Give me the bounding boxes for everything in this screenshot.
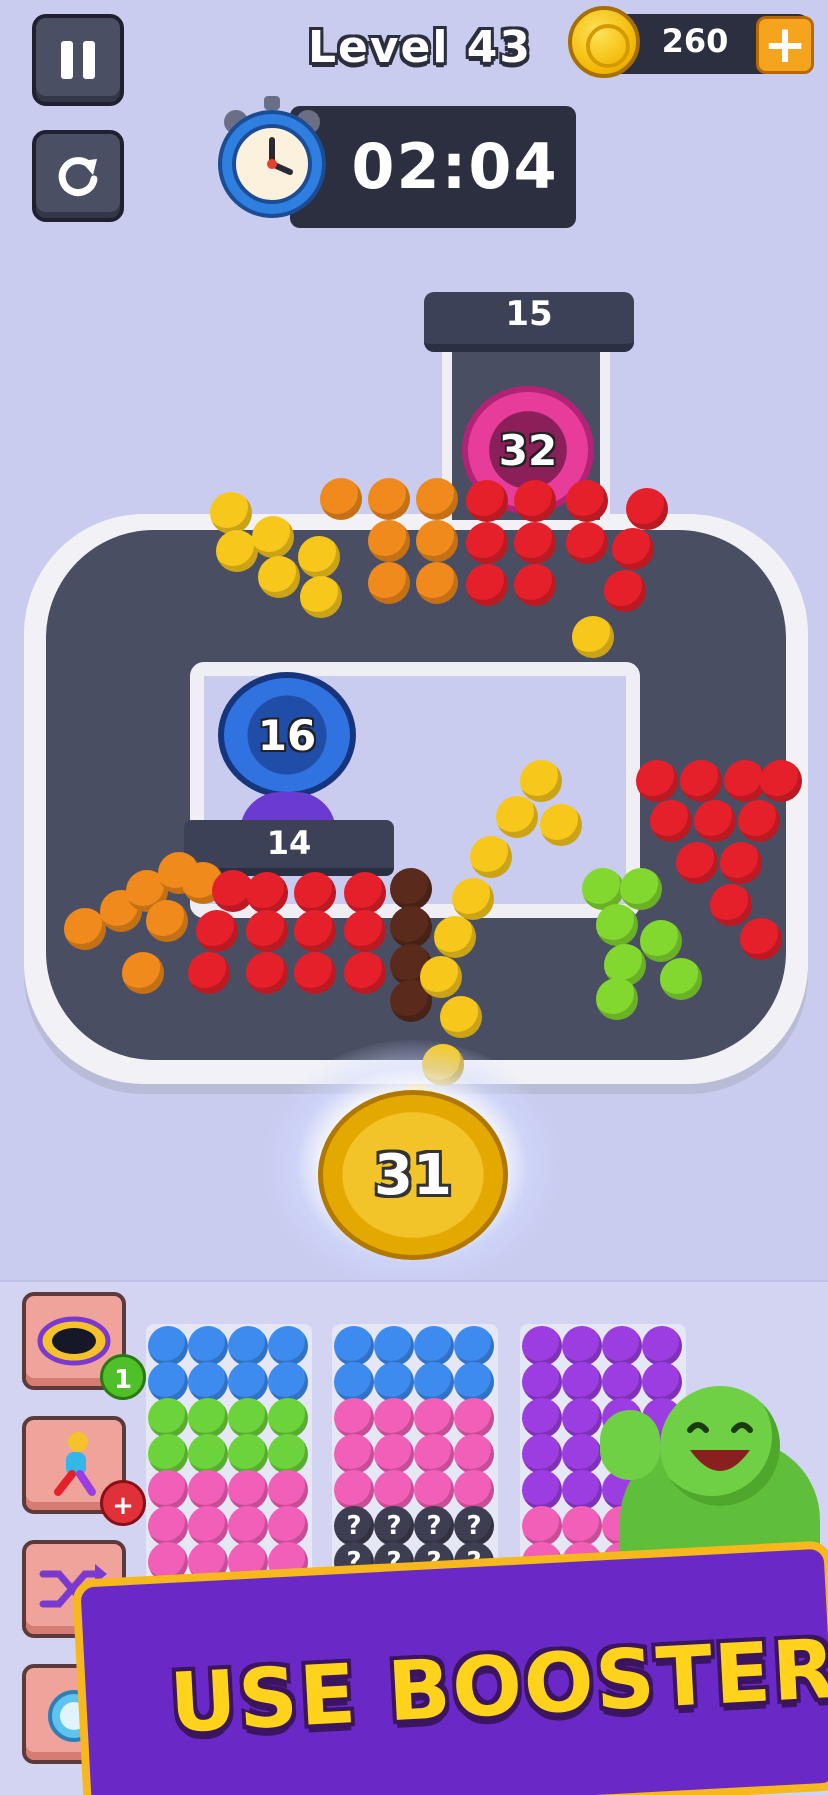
queue-person bbox=[562, 1362, 602, 1402]
queue-person bbox=[268, 1434, 308, 1474]
queue-person bbox=[334, 1326, 374, 1366]
queue-person bbox=[268, 1470, 308, 1510]
queue-person bbox=[148, 1470, 188, 1510]
queue-person bbox=[188, 1434, 228, 1474]
queue-person bbox=[454, 1470, 494, 1510]
queue-person bbox=[188, 1506, 228, 1546]
queue-person bbox=[374, 1470, 414, 1510]
queue-person bbox=[522, 1434, 562, 1474]
queue-person bbox=[268, 1326, 308, 1366]
queue-person bbox=[374, 1434, 414, 1474]
queue-person bbox=[228, 1362, 268, 1402]
queue-person bbox=[374, 1362, 414, 1402]
queue-person bbox=[414, 1362, 454, 1402]
queue-person bbox=[414, 1434, 454, 1474]
hidden-person: ? bbox=[454, 1506, 494, 1546]
mascot-head bbox=[660, 1386, 780, 1506]
queue-person bbox=[228, 1326, 268, 1366]
queue-person bbox=[334, 1434, 374, 1474]
queue-person bbox=[414, 1326, 454, 1366]
queue-person bbox=[188, 1398, 228, 1438]
queue-person bbox=[188, 1362, 228, 1402]
queue-person bbox=[374, 1326, 414, 1366]
queue-person bbox=[334, 1398, 374, 1438]
queue-person bbox=[414, 1398, 454, 1438]
queue-person bbox=[562, 1434, 602, 1474]
queue-person bbox=[148, 1398, 188, 1438]
mascot-face-icon bbox=[687, 1422, 753, 1471]
queue-person bbox=[642, 1326, 682, 1366]
queue-person bbox=[522, 1398, 562, 1438]
hidden-person: ? bbox=[414, 1506, 454, 1546]
queue-person bbox=[522, 1326, 562, 1366]
queue-person bbox=[522, 1362, 562, 1402]
queue-person bbox=[228, 1398, 268, 1438]
queue-person bbox=[562, 1398, 602, 1438]
queue-person bbox=[522, 1470, 562, 1510]
queue-person bbox=[148, 1362, 188, 1402]
queue-person bbox=[148, 1326, 188, 1366]
queue-person bbox=[562, 1506, 602, 1546]
queue-person bbox=[602, 1362, 642, 1402]
queue-person bbox=[602, 1326, 642, 1366]
queue-person bbox=[334, 1362, 374, 1402]
queue-person bbox=[334, 1470, 374, 1510]
queue-person bbox=[268, 1506, 308, 1546]
queue-person bbox=[188, 1470, 228, 1510]
queue-person bbox=[562, 1470, 602, 1510]
hidden-person: ? bbox=[374, 1506, 414, 1546]
queue-person bbox=[522, 1506, 562, 1546]
queue-person bbox=[414, 1470, 454, 1510]
queue-person bbox=[228, 1506, 268, 1546]
hidden-person: ? bbox=[334, 1506, 374, 1546]
queue-person bbox=[454, 1362, 494, 1402]
queue-person bbox=[268, 1362, 308, 1402]
queue-person bbox=[454, 1326, 494, 1366]
queue-person bbox=[188, 1326, 228, 1366]
queue-person bbox=[148, 1506, 188, 1546]
queue-person bbox=[374, 1398, 414, 1438]
queue-person bbox=[454, 1434, 494, 1474]
queue-person bbox=[228, 1470, 268, 1510]
queue-person bbox=[228, 1434, 268, 1474]
queue-person bbox=[454, 1398, 494, 1438]
queue-person bbox=[562, 1326, 602, 1366]
queue-person bbox=[148, 1434, 188, 1474]
mascot-hand bbox=[600, 1410, 660, 1480]
queue-person bbox=[268, 1398, 308, 1438]
